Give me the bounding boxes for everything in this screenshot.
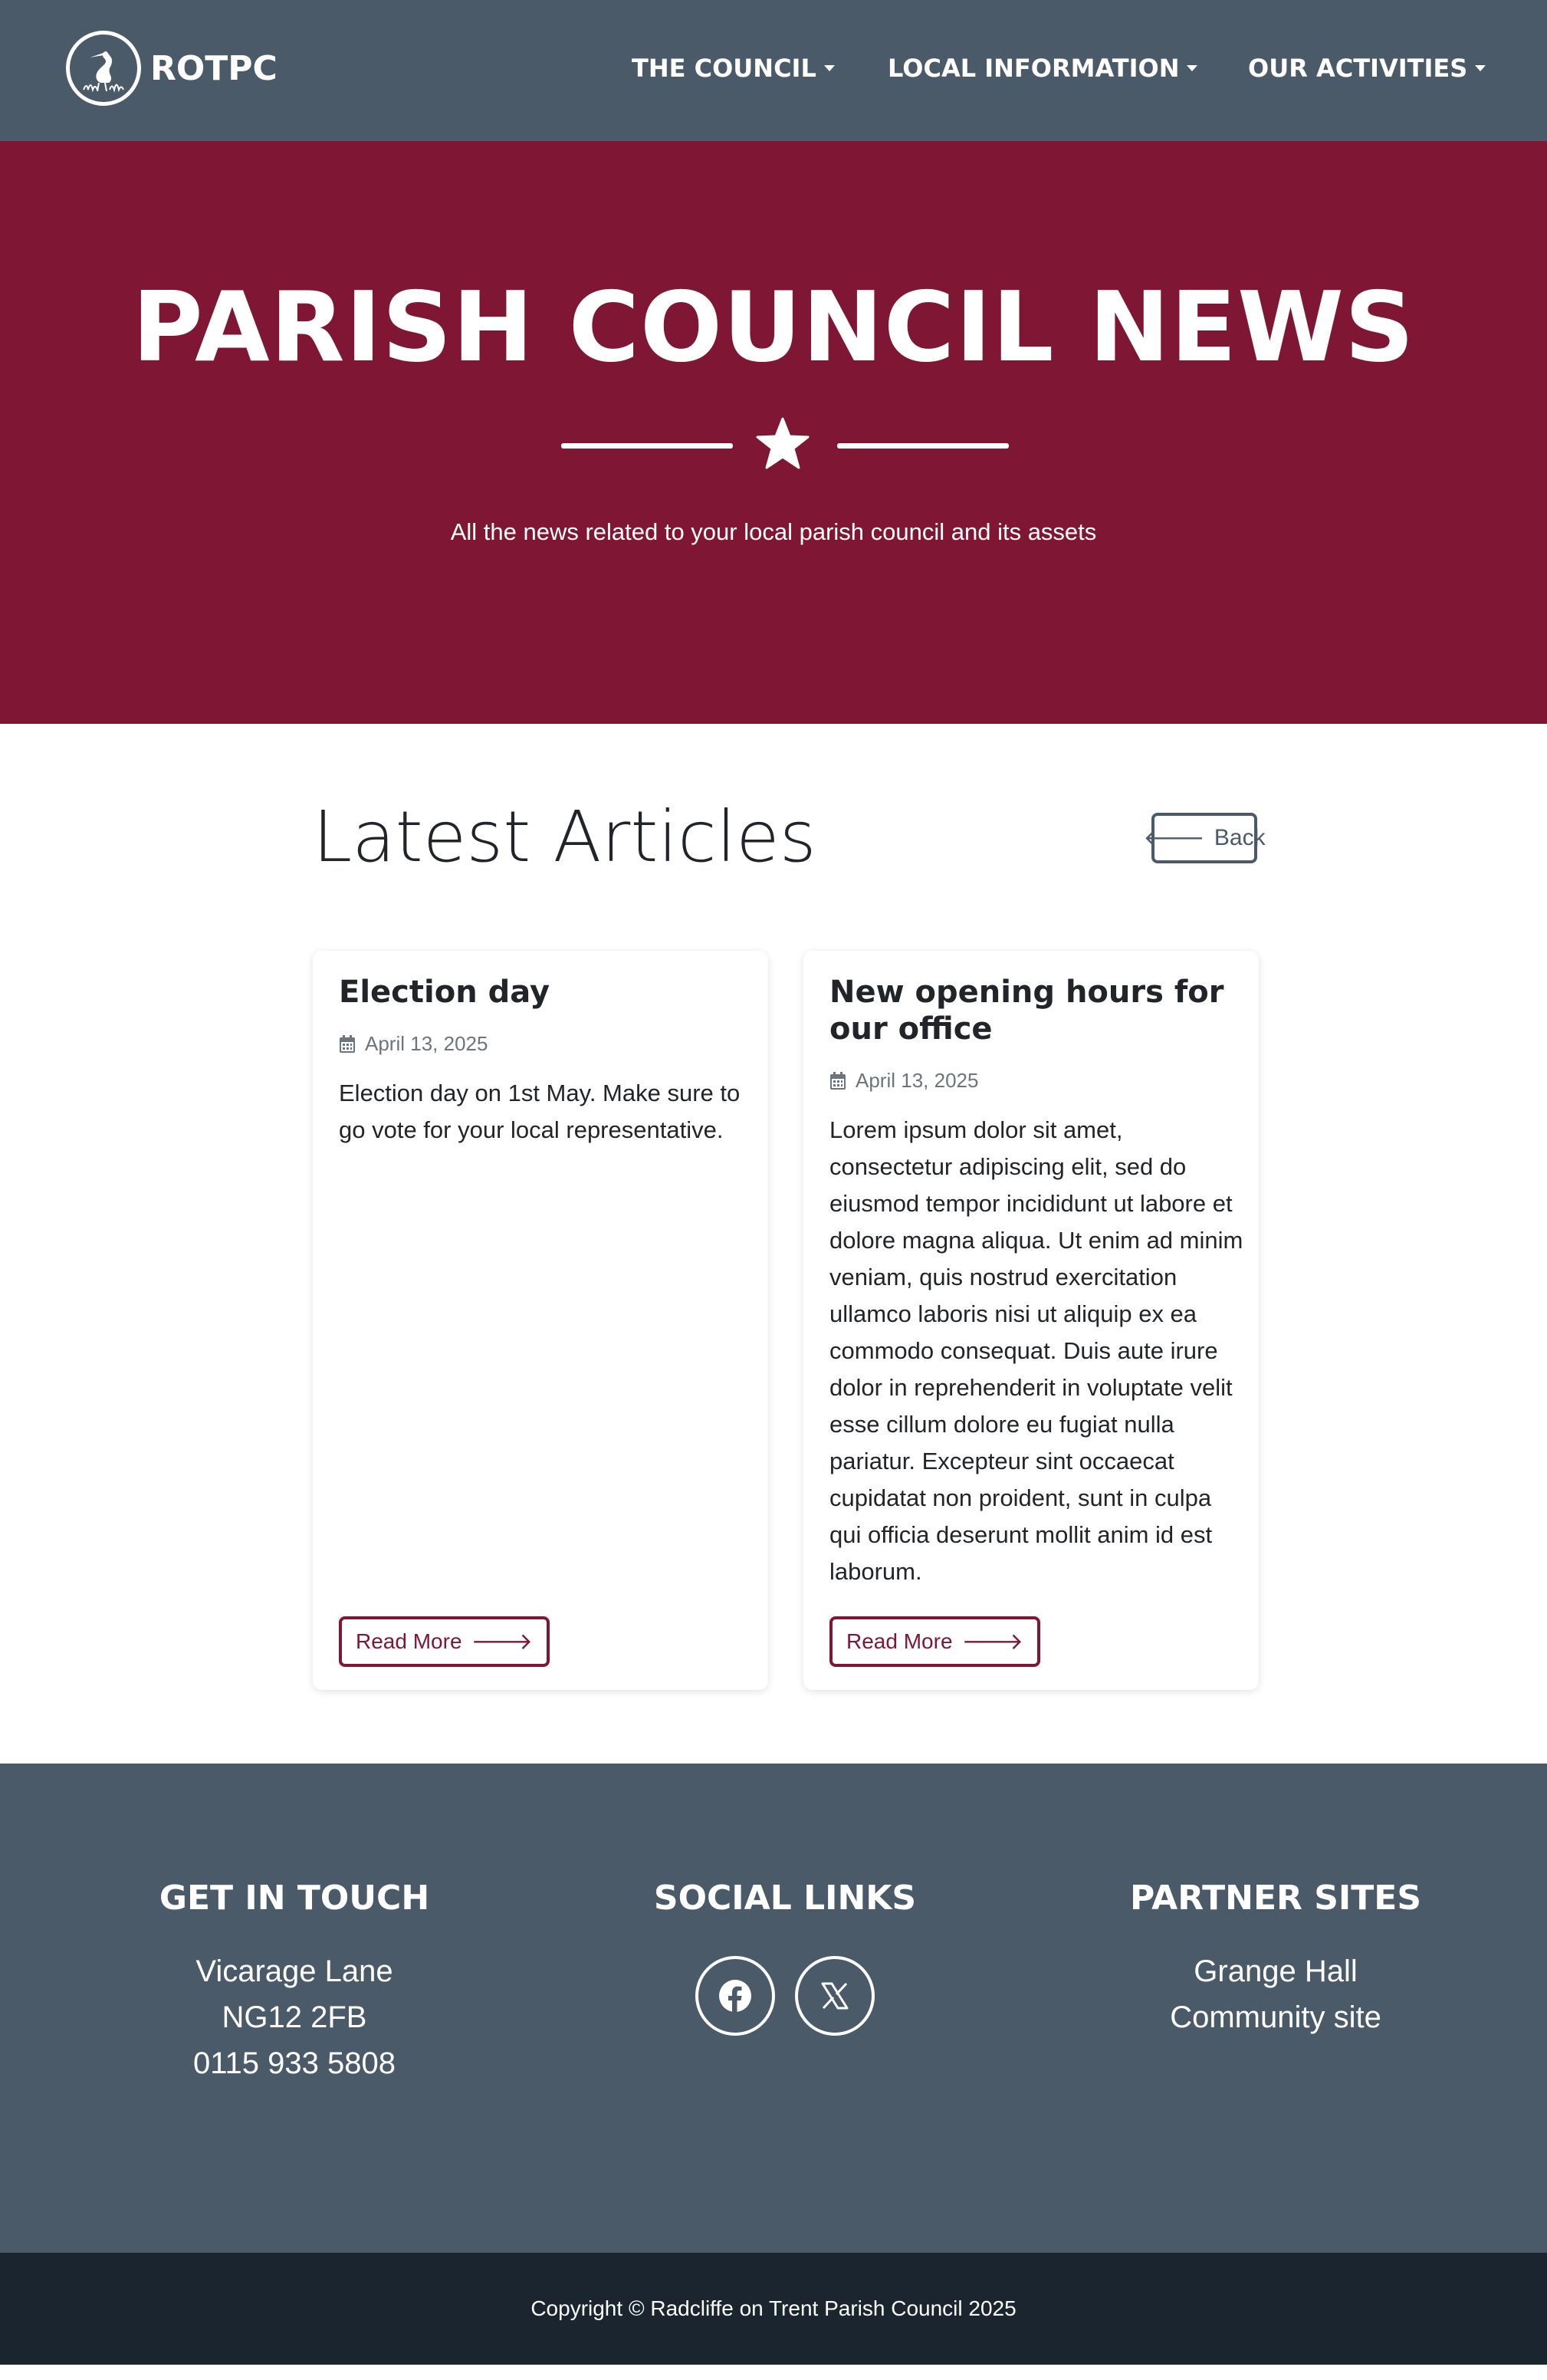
facebook-icon bbox=[719, 1980, 751, 2013]
nav-the-council-label: THE COUNCIL bbox=[632, 54, 816, 83]
arrow-right-icon: 🡒 bbox=[471, 1629, 533, 1655]
page-subtitle: All the news related to your local paris… bbox=[450, 518, 1097, 545]
page-bottom-strip bbox=[0, 2365, 1547, 2380]
calendar-icon bbox=[340, 1034, 355, 1053]
footer-social-heading: SOCIAL LINKS bbox=[653, 1879, 917, 1918]
read-more-label: Read More bbox=[356, 1629, 462, 1653]
article-date: April 13, 2025 bbox=[339, 1032, 488, 1056]
brand-name: ROTPC bbox=[150, 48, 278, 88]
read-more-label: Read More bbox=[846, 1629, 953, 1653]
article-excerpt: Lorem ipsum dolor sit amet, consectetur … bbox=[829, 1116, 1243, 1585]
hero-banner: PARISH COUNCIL NEWS All the news related… bbox=[0, 141, 1547, 724]
article-card: Election day April 13, 2025 Election day… bbox=[313, 951, 768, 1690]
footer-contact: GET IN TOUCH Vicarage Lane NG12 2FB 0115… bbox=[49, 1879, 540, 2086]
partner-link-grange-hall[interactable]: Grange Hall bbox=[1030, 1948, 1521, 1994]
caret-down-icon bbox=[1475, 65, 1486, 71]
read-more-button[interactable]: Read More 🡒 bbox=[829, 1616, 1040, 1667]
footer: GET IN TOUCH Vicarage Lane NG12 2FB 0115… bbox=[0, 1764, 1547, 2253]
x-twitter-link[interactable] bbox=[795, 1956, 875, 2036]
footer-partners: PARTNER SITES Grange Hall Community site bbox=[1030, 1879, 1521, 2040]
article-card: New opening hours for our office April 1… bbox=[803, 951, 1259, 1690]
heron-logo-icon bbox=[66, 31, 141, 106]
copyright-bar: Copyright © Radcliffe on Trent Parish Co… bbox=[0, 2253, 1547, 2365]
footer-social: SOCIAL LINKS bbox=[540, 1879, 1030, 2036]
star-divider bbox=[0, 417, 1547, 472]
divider-line-left bbox=[561, 443, 733, 449]
nav-our-activities-label: OUR ACTIVITIES bbox=[1248, 54, 1468, 83]
arrow-right-icon: 🡒 bbox=[961, 1629, 1023, 1655]
footer-contact-heading: GET IN TOUCH bbox=[159, 1879, 430, 1918]
page-title: PARISH COUNCIL NEWS bbox=[132, 271, 1415, 383]
contact-address-line: Vicarage Lane bbox=[195, 1954, 393, 1988]
back-button[interactable]: 🡐 Back bbox=[1143, 813, 1266, 863]
calendar-icon bbox=[830, 1071, 846, 1090]
nav-local-information-label: LOCAL INFORMATION bbox=[888, 54, 1180, 83]
nav-our-activities[interactable]: OUR ACTIVITIES bbox=[1248, 54, 1486, 83]
back-button-label: Back bbox=[1214, 825, 1266, 850]
caret-down-icon bbox=[1187, 65, 1198, 71]
contact-phone[interactable]: 0115 933 5808 bbox=[49, 2040, 540, 2086]
caret-down-icon bbox=[823, 65, 835, 71]
partner-link-community-site[interactable]: Community site bbox=[1030, 1994, 1521, 2040]
facebook-link[interactable] bbox=[695, 1956, 775, 2036]
divider-line-right bbox=[837, 443, 1009, 449]
copyright-text: Copyright © Radcliffe on Trent Parish Co… bbox=[530, 2296, 1017, 2320]
article-date: April 13, 2025 bbox=[829, 1069, 978, 1093]
article-date-text: April 13, 2025 bbox=[856, 1069, 979, 1092]
arrow-left-icon: 🡐 bbox=[1143, 826, 1205, 851]
nav-the-council[interactable]: THE COUNCIL bbox=[632, 54, 835, 83]
article-title: Election day bbox=[339, 975, 550, 1010]
contact-postcode: NG12 2FB bbox=[222, 2000, 367, 2034]
read-more-button[interactable]: Read More 🡒 bbox=[339, 1616, 550, 1667]
star-icon bbox=[756, 417, 810, 469]
navbar: ROTPC THE COUNCIL LOCAL INFORMATION OUR … bbox=[0, 0, 1547, 141]
section-title: Latest Articles bbox=[313, 796, 816, 878]
footer-partners-heading: PARTNER SITES bbox=[1129, 1879, 1422, 1918]
nav-local-information[interactable]: LOCAL INFORMATION bbox=[888, 54, 1198, 83]
brand-link[interactable]: ROTPC bbox=[66, 31, 278, 106]
article-date-text: April 13, 2025 bbox=[365, 1032, 488, 1055]
article-title: New opening hours for our office bbox=[829, 975, 1224, 1047]
x-twitter-icon bbox=[821, 1982, 849, 2010]
article-excerpt: Election day on 1st May. Make sure to go… bbox=[339, 1080, 741, 1143]
